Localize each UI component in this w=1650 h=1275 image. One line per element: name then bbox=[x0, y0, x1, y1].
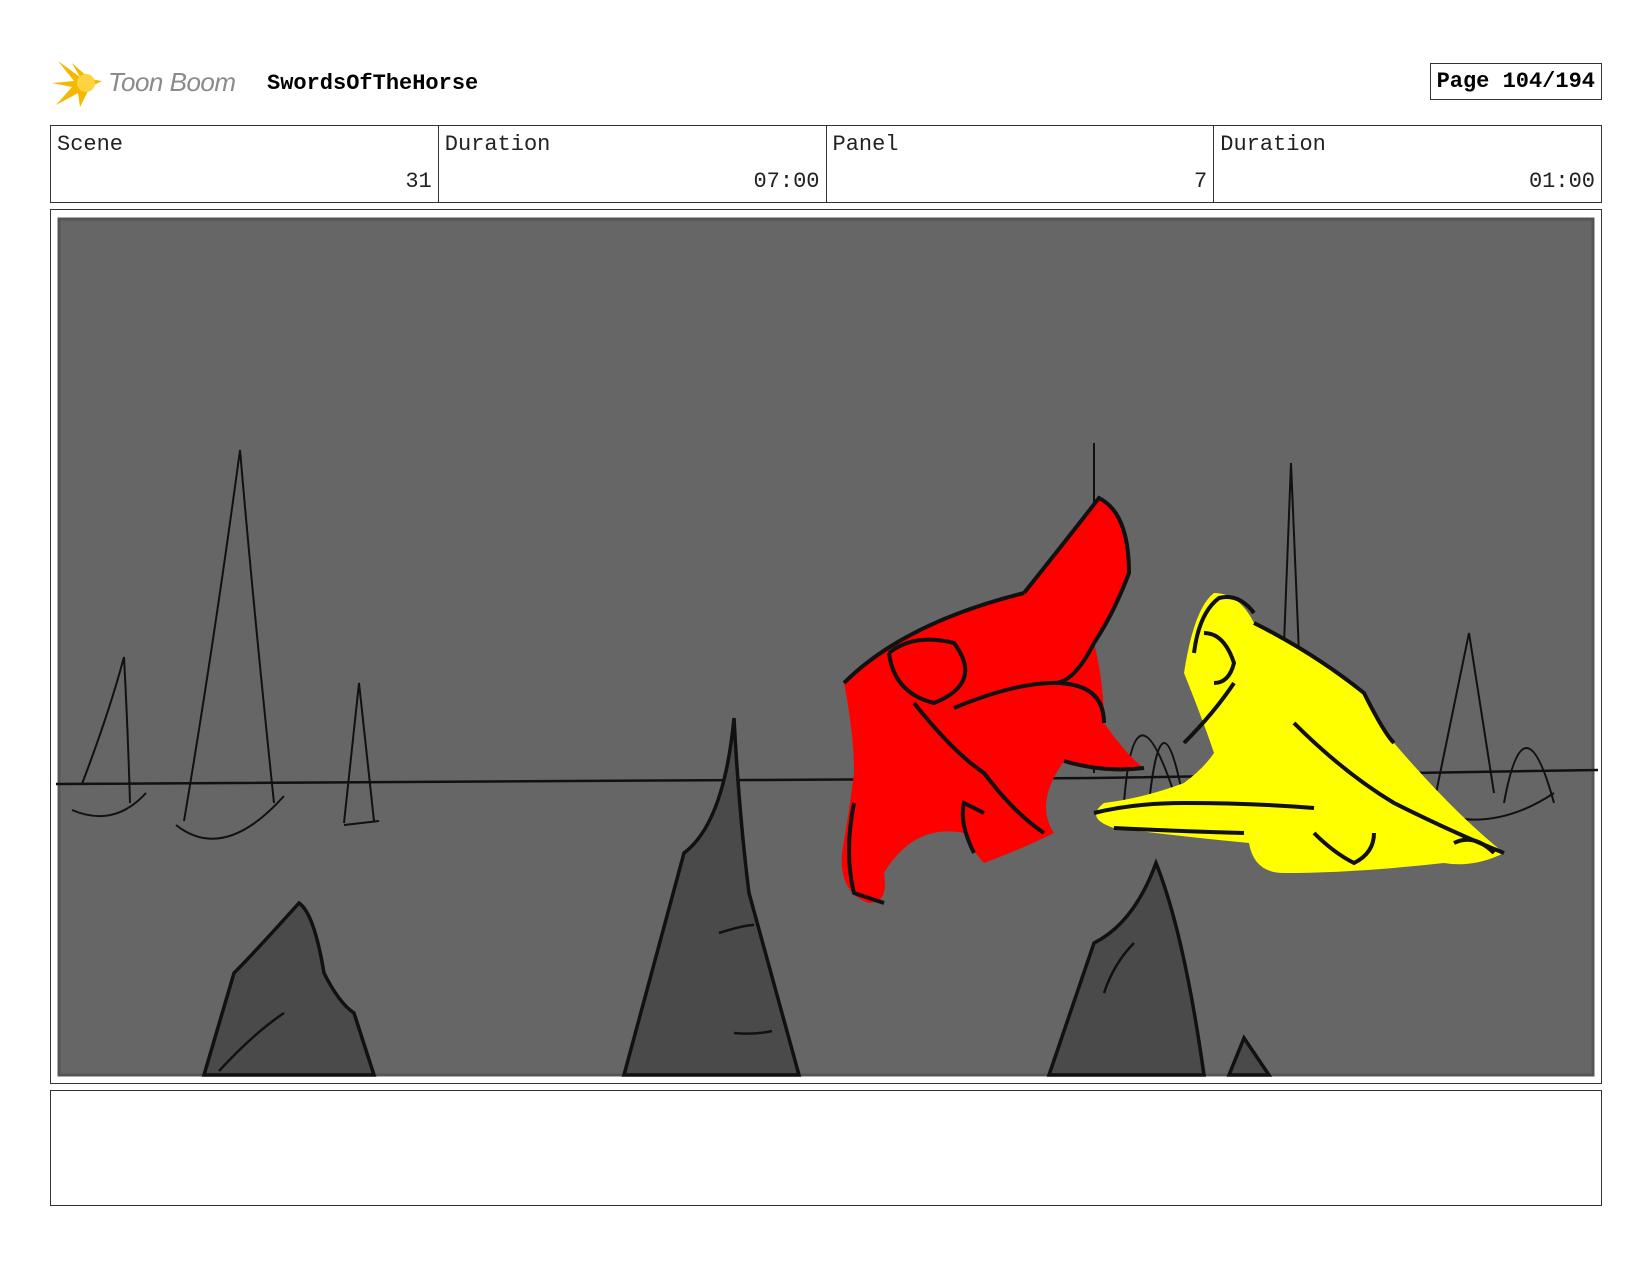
toon-boom-logo: Toon Boom bbox=[50, 55, 250, 115]
scene-duration-label: Duration bbox=[444, 132, 551, 157]
panel-notes[interactable] bbox=[50, 1090, 1602, 1206]
logo-text: Toon Boom bbox=[108, 67, 236, 97]
panel-duration-value: 01:00 bbox=[1528, 169, 1595, 194]
panel-duration-label: Duration bbox=[1220, 132, 1326, 157]
scene-cell: Scene 31 bbox=[51, 126, 439, 202]
scene-value: 31 bbox=[405, 169, 432, 194]
panel-duration-cell: Duration 01:00 bbox=[1214, 126, 1601, 202]
scene-duration-cell: Duration 07:00 bbox=[439, 126, 827, 202]
page-indicator: Page 104/194 bbox=[1429, 63, 1602, 100]
panel-cell: Panel 7 bbox=[827, 126, 1215, 202]
storyboard-header: Toon Boom SwordsOfTheHorse Page 104/194 bbox=[50, 55, 1602, 115]
scene-duration-value: 07:00 bbox=[753, 169, 820, 194]
panel-label: Panel bbox=[832, 132, 899, 157]
starburst-icon bbox=[52, 61, 102, 107]
project-title: SwordsOfTheHorse bbox=[267, 71, 479, 96]
panel-drawing bbox=[55, 217, 1598, 1077]
scene-info-table: Scene 31 Duration 07:00 Panel 7 Duration… bbox=[50, 125, 1602, 203]
scene-label: Scene bbox=[57, 132, 124, 157]
panel-value: 7 bbox=[1194, 169, 1208, 194]
storyboard-panel bbox=[50, 209, 1602, 1084]
